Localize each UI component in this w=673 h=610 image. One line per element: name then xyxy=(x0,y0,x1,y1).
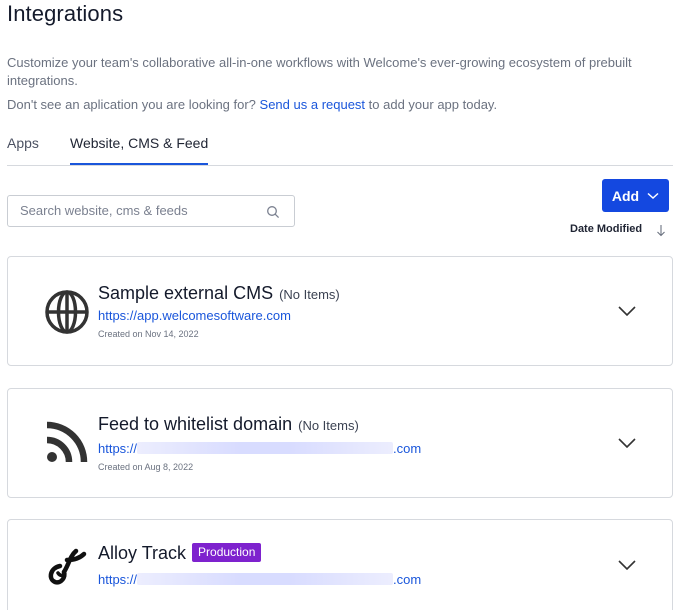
search-icon[interactable] xyxy=(266,205,280,219)
item-count: (No Items) xyxy=(298,418,359,433)
redacted-domain xyxy=(137,442,394,454)
tab-bar: Apps Website, CMS & Feed xyxy=(7,125,673,166)
chevron-down-icon[interactable] xyxy=(618,306,636,316)
integration-card[interactable]: Sample external CMS (No Items) https://ap… xyxy=(7,256,673,366)
globe-icon xyxy=(45,290,89,334)
add-button[interactable]: Add xyxy=(602,179,669,212)
chevron-down-icon[interactable] xyxy=(618,560,636,570)
created-date: Created on Aug 8, 2022 xyxy=(98,462,194,472)
integration-card[interactable]: Feed to whitelist domain (No Items) https… xyxy=(7,388,673,498)
request-suffix: to add your app today. xyxy=(365,97,498,112)
alloy-logo-icon xyxy=(48,548,87,585)
tab-website-cms-feed[interactable]: Website, CMS & Feed xyxy=(70,135,209,165)
integration-name-text: Alloy Track xyxy=(98,543,187,563)
url-suffix: .com xyxy=(393,572,422,587)
chevron-down-icon xyxy=(647,192,659,199)
url-prefix: https:// xyxy=(98,441,138,456)
item-count: (No Items) xyxy=(279,287,340,302)
send-request-link[interactable]: Send us a request xyxy=(260,97,366,112)
integration-name: Feed to whitelist domain (No Items) xyxy=(98,414,359,435)
url-prefix: https:// xyxy=(98,572,138,587)
chevron-down-icon[interactable] xyxy=(618,438,636,448)
arrow-down-icon[interactable] xyxy=(656,224,666,237)
request-prefix: Don't see an aplication you are looking … xyxy=(7,97,260,112)
integration-name-text: Sample external CMS xyxy=(98,283,274,303)
status-badge: Production xyxy=(192,543,262,562)
page-title: Integrations xyxy=(7,1,124,26)
add-button-label: Add xyxy=(611,187,640,204)
search-box xyxy=(7,195,295,227)
search-input[interactable] xyxy=(20,203,260,218)
request-text: Don't see an aplication you are looking … xyxy=(7,97,497,112)
rss-feed-icon xyxy=(46,421,88,463)
integration-url[interactable]: https:// .com xyxy=(98,441,421,456)
created-date: Created on Nov 14, 2022 xyxy=(98,329,199,339)
page-description: Customize your team's collaborative all-… xyxy=(7,55,632,88)
integration-name-text: Feed to whitelist domain xyxy=(98,414,293,434)
integration-name: Alloy Track Production xyxy=(98,543,262,564)
tab-apps[interactable]: Apps xyxy=(7,135,39,163)
redacted-domain xyxy=(137,573,394,585)
integration-card[interactable]: Alloy Track Production https:// .com xyxy=(7,519,673,610)
integration-url[interactable]: https:// .com xyxy=(98,572,421,587)
integration-name: Sample external CMS (No Items) xyxy=(98,283,340,304)
url-suffix: .com xyxy=(393,441,422,456)
integration-url[interactable]: https://app.welcomesoftware.com xyxy=(98,308,291,323)
sort-label[interactable]: Date Modified xyxy=(570,223,642,235)
